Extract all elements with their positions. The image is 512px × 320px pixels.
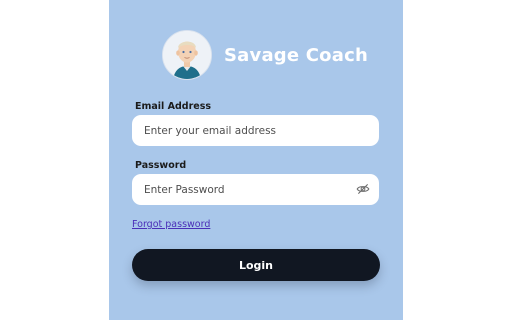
login-button[interactable]: Login: [132, 249, 380, 281]
email-label: Email Address: [135, 101, 212, 112]
forgot-password-link[interactable]: Forgot password: [132, 219, 210, 230]
password-label: Password: [135, 160, 187, 171]
password-input[interactable]: [132, 174, 379, 205]
coach-avatar: [162, 30, 212, 80]
eye-off-icon[interactable]: [356, 182, 370, 196]
brand-title: Savage Coach: [224, 44, 368, 66]
brand-header: Savage Coach: [162, 30, 368, 80]
login-page: Savage Coach Email Address Password Forg…: [0, 0, 512, 320]
email-input[interactable]: [132, 115, 379, 146]
